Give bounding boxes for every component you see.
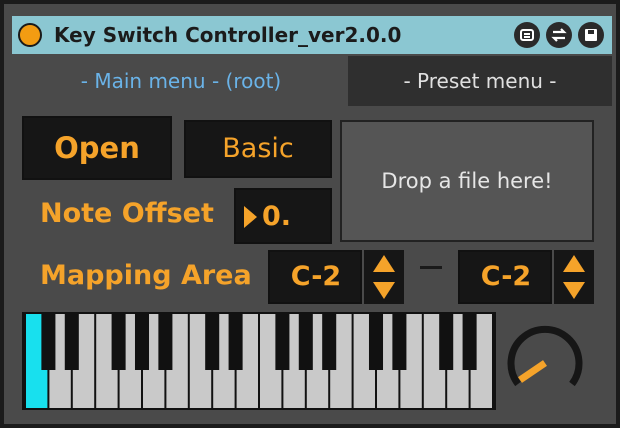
power-dot-icon[interactable] (18, 23, 42, 47)
mapping-low-note-box[interactable]: C-2 (268, 250, 362, 304)
tab-bar: - Main menu - (root) - Preset menu - (12, 56, 612, 106)
open-button[interactable]: Open (22, 116, 172, 180)
number-arrow-icon (244, 206, 257, 228)
note-offset-value: 0. (262, 201, 292, 232)
black-key[interactable] (322, 314, 337, 370)
window-title: Key Switch Controller_ver2.0.0 (54, 23, 402, 47)
mapping-low-value: C-2 (290, 261, 342, 292)
black-key[interactable] (158, 314, 173, 370)
note-offset-label: Note Offset (40, 198, 214, 229)
piano-keyboard[interactable] (22, 312, 496, 410)
black-key[interactable] (462, 314, 477, 370)
mapping-low-stepper[interactable] (364, 250, 404, 304)
black-key[interactable] (228, 314, 243, 370)
black-key[interactable] (111, 314, 126, 370)
save-icon[interactable] (578, 22, 604, 48)
file-drop-zone[interactable]: Drop a file here! (340, 120, 594, 242)
black-key[interactable] (392, 314, 407, 370)
range-dash (420, 266, 442, 269)
mapping-area-label: Mapping Area (40, 260, 252, 291)
mapping-high-stepper[interactable] (554, 250, 594, 304)
black-key[interactable] (368, 314, 384, 370)
swap-icon[interactable] (546, 22, 572, 48)
black-key[interactable] (298, 314, 313, 370)
black-key[interactable] (41, 314, 56, 370)
tab-main-menu[interactable]: - Main menu - (root) (16, 56, 346, 106)
black-key[interactable] (64, 314, 79, 370)
tab-preset-menu[interactable]: - Preset menu - (348, 56, 612, 106)
piano-keys[interactable] (24, 314, 494, 408)
black-key[interactable] (134, 314, 150, 370)
basic-button[interactable]: Basic (184, 120, 332, 178)
title-bar: Key Switch Controller_ver2.0.0 (12, 16, 612, 54)
note-offset-number-box[interactable]: 0. (234, 188, 332, 244)
black-key[interactable] (275, 314, 290, 370)
device-icon[interactable] (514, 22, 540, 48)
device-panel: Key Switch Controller_ver2.0.0 - Main me… (0, 0, 620, 428)
mapping-high-value: C-2 (480, 261, 532, 292)
mapping-high-note-box[interactable]: C-2 (458, 250, 552, 304)
knob-dial[interactable] (504, 322, 586, 404)
black-key[interactable] (205, 314, 220, 370)
black-key[interactable] (439, 314, 454, 370)
